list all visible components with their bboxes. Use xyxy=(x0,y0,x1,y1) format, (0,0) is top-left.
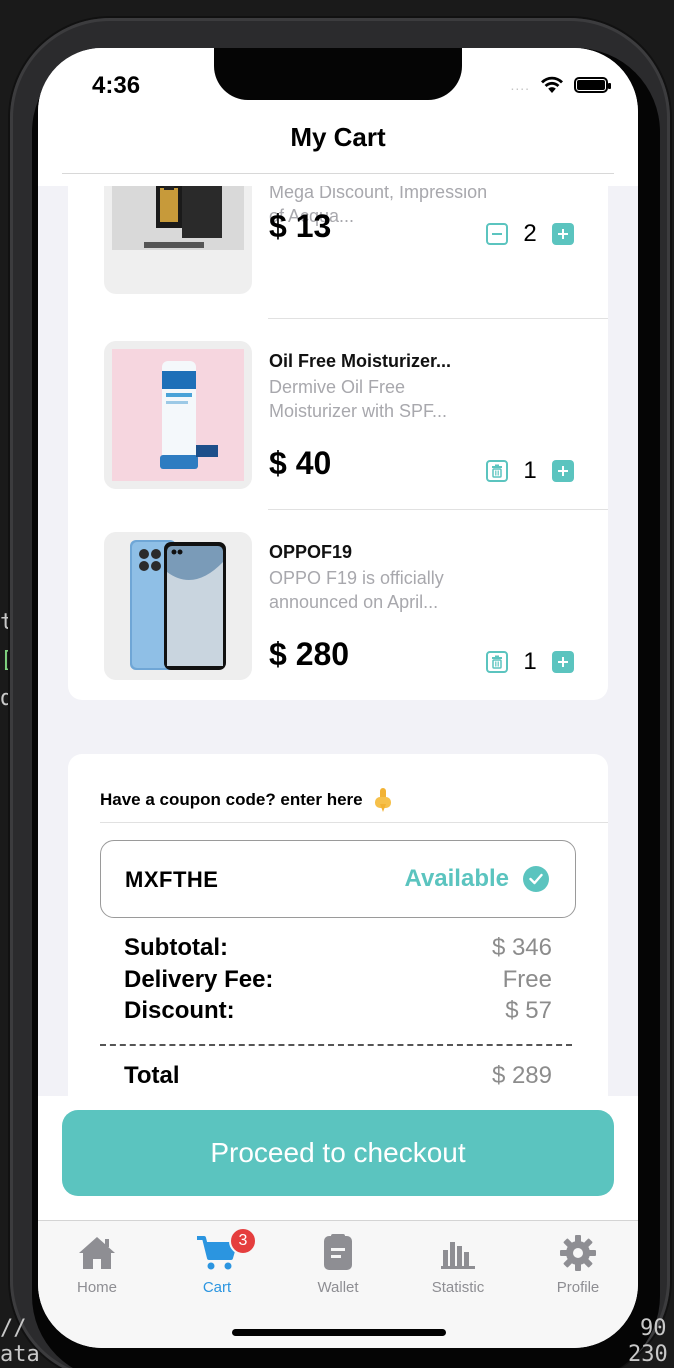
cart-item[interactable]: OPPOF19 OPPO F19 is officially announced… xyxy=(68,532,608,682)
subtotal-value: $ 346 xyxy=(491,934,552,961)
delivery-fee-value: Free xyxy=(502,966,552,993)
item-price: $ 40 xyxy=(269,445,332,481)
trash-icon[interactable] xyxy=(486,460,508,482)
status-icons: .... xyxy=(510,76,611,94)
quantity-value: 1 xyxy=(523,648,537,675)
status-time: 4:36 xyxy=(92,72,141,99)
checkout-area: Proceed to checkout xyxy=(38,1096,638,1220)
item-name: OPPOF19 xyxy=(269,542,353,562)
tab-wallet[interactable]: Wallet xyxy=(288,1233,388,1296)
home-indicator[interactable] xyxy=(232,1329,446,1336)
battery-icon xyxy=(574,77,611,93)
cart-icon: 3 xyxy=(195,1227,257,1273)
backdrop-text: // xyxy=(0,1316,27,1341)
cart-item[interactable]: Oil Free Moisturizer... Dermive Oil Free… xyxy=(68,341,608,491)
quantity-value: 1 xyxy=(523,457,537,484)
backdrop-text: 90 xyxy=(640,1316,667,1341)
backdrop-text: ata xyxy=(0,1342,40,1367)
quantity-stepper: 2 xyxy=(486,220,574,248)
tab-bar: Home 3 Cart Wallet Statistic Profile xyxy=(38,1220,638,1348)
plus-icon[interactable] xyxy=(552,460,574,482)
plus-icon[interactable] xyxy=(552,223,574,245)
coupon-prompt: Have a coupon code? enter here xyxy=(100,788,393,812)
quantity-stepper: 1 xyxy=(486,457,574,485)
product-image-moisturizer xyxy=(104,341,252,489)
discount-value: $ 57 xyxy=(505,997,552,1024)
product-image-phone xyxy=(104,532,252,680)
page-title: My Cart xyxy=(290,122,386,152)
wallet-icon xyxy=(316,1233,360,1273)
notch xyxy=(214,48,462,100)
discount-row: Discount: $ 57 xyxy=(124,997,552,1029)
tab-label: Home xyxy=(76,1279,117,1296)
proceed-to-checkout-button[interactable]: Proceed to checkout xyxy=(62,1110,614,1196)
delivery-fee-label: Delivery Fee: xyxy=(124,966,274,993)
coupon-status-text: Available xyxy=(404,865,510,892)
cart-badge: 3 xyxy=(229,1227,257,1255)
trash-icon[interactable] xyxy=(486,651,508,673)
delivery-fee-row: Delivery Fee: Free xyxy=(124,966,552,998)
tab-label: Profile xyxy=(556,1279,600,1296)
dashed-divider xyxy=(100,1044,572,1046)
subtotal-row: Subtotal: $ 346 xyxy=(124,934,552,966)
header-divider xyxy=(62,173,614,174)
home-icon xyxy=(75,1233,119,1273)
discount-label: Discount: xyxy=(124,997,235,1024)
coupon-status: Available xyxy=(404,865,549,893)
total-value: $ 289 xyxy=(491,1062,552,1089)
tab-label: Statistic xyxy=(431,1279,485,1296)
tab-statistic[interactable]: Statistic xyxy=(408,1233,508,1296)
item-description: OPPO F19 is officially announced on Apri… xyxy=(269,568,444,612)
item-divider xyxy=(268,318,608,319)
item-divider xyxy=(268,509,608,510)
item-price: $ 280 xyxy=(269,636,350,672)
subtotal-label: Subtotal: xyxy=(124,934,228,961)
coupon-divider xyxy=(100,822,608,823)
app-screen: 4:36 .... My Cart Mega Discount, Impress… xyxy=(38,48,638,1348)
tab-profile[interactable]: Profile xyxy=(528,1233,628,1296)
gear-icon xyxy=(556,1233,600,1273)
tab-home[interactable]: Home xyxy=(47,1233,147,1296)
total-label: Total xyxy=(124,1062,180,1089)
total-row: Total $ 289 xyxy=(124,1062,552,1094)
quantity-stepper: 1 xyxy=(486,648,574,676)
moisturizer-illustration xyxy=(112,349,244,481)
coupon-code: MXFTHE xyxy=(125,867,219,892)
signal-icon: .... xyxy=(510,77,530,93)
minus-icon[interactable] xyxy=(486,223,508,245)
plus-icon[interactable] xyxy=(552,651,574,673)
statistic-icon xyxy=(436,1233,480,1273)
item-price: $ 13 xyxy=(269,208,332,244)
item-name: Oil Free Moisturizer... xyxy=(269,351,452,371)
coupon-prompt-text: Have a coupon code? enter here xyxy=(100,790,363,809)
phone-illustration xyxy=(130,540,226,670)
nav-header: My Cart xyxy=(38,118,638,186)
coupon-code-field[interactable]: MXFTHE Available xyxy=(100,840,576,918)
check-icon xyxy=(523,866,549,892)
wifi-icon xyxy=(541,76,563,93)
tab-cart[interactable]: 3 Cart xyxy=(167,1227,267,1296)
tab-label: Wallet xyxy=(317,1279,359,1296)
tab-label: Cart xyxy=(202,1279,232,1296)
cart-items-card: Mega Discount, Impression of Acqua... $ … xyxy=(68,146,608,700)
pointing-down-icon xyxy=(374,788,391,812)
item-description: Dermive Oil Free Moisturizer with SPF... xyxy=(269,377,448,421)
quantity-value: 2 xyxy=(523,220,537,247)
